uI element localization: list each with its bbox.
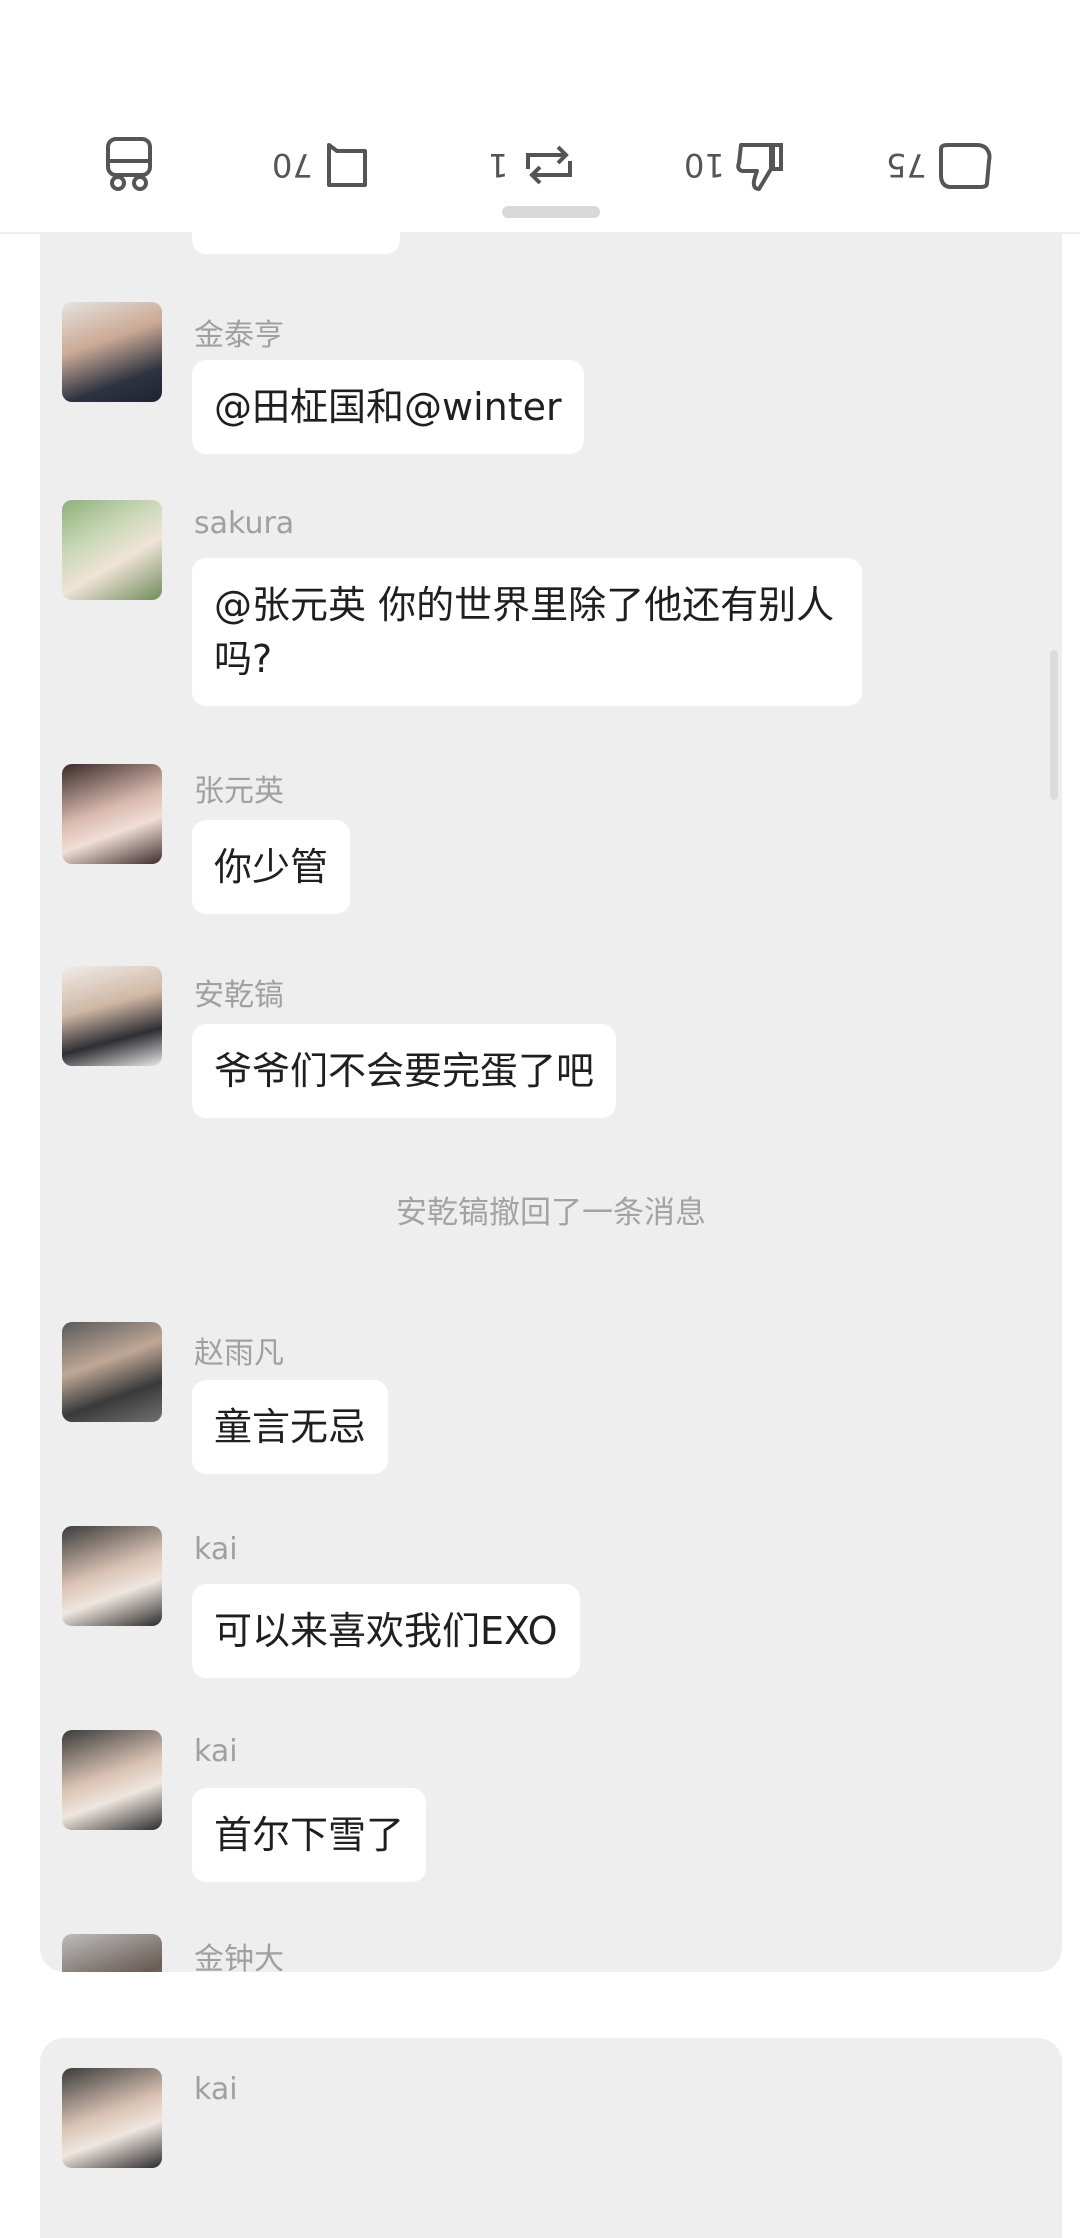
dislike-count: 10 — [684, 146, 725, 184]
like-button[interactable]: 75 — [886, 130, 993, 200]
tram-icon — [106, 137, 152, 191]
message-bubble[interactable]: 爷爷们不会要完蛋了吧 — [192, 1024, 617, 1118]
avatar[interactable] — [62, 1934, 162, 1972]
sender-name: 金泰亨 — [194, 318, 284, 353]
message-bubble[interactable]: 你少管 — [192, 820, 351, 914]
repost-count: 1 — [488, 146, 509, 184]
system-notice: 安乾镐撤回了一条消息 — [396, 1195, 706, 1231]
avatar[interactable] — [62, 1730, 162, 1830]
avatar[interactable] — [62, 966, 162, 1066]
message-bubble[interactable]: @田柾国和@winter — [192, 360, 584, 454]
sender-name: kai — [194, 1532, 238, 1567]
thumbs-up-icon — [938, 143, 992, 189]
sender-name: 安乾镐 — [194, 978, 284, 1013]
sender-name: kai — [194, 1734, 238, 1769]
like-count: 75 — [886, 146, 927, 184]
sender-name: 金钟大 — [194, 1942, 284, 1972]
sender-name: sakura — [194, 506, 295, 541]
sender-name: 赵雨凡 — [194, 1336, 284, 1371]
chat-panel: 金泰亨 @田柾国和@winter sakura @张元英 你的世界里除了他还有别… — [40, 232, 1062, 1972]
message-bubble[interactable]: 首尔下雪了 — [192, 1788, 427, 1882]
comment-count: 70 — [272, 146, 313, 184]
repost-button[interactable]: 1 — [488, 130, 580, 200]
avatar[interactable] — [62, 500, 162, 600]
share-device-button[interactable] — [104, 130, 154, 200]
avatar[interactable] — [62, 1322, 162, 1422]
chat-panel-next: kai — [40, 2038, 1062, 2238]
avatar[interactable] — [62, 2068, 162, 2168]
comment-button[interactable]: 70 — [272, 130, 371, 200]
dislike-button[interactable]: 10 — [684, 130, 787, 200]
repost-icon — [526, 145, 573, 185]
sender-name: 张元英 — [194, 774, 284, 809]
avatar[interactable] — [62, 764, 162, 864]
drag-handle[interactable] — [502, 206, 600, 218]
post-action-bar: 70 1 10 75 — [0, 0, 1080, 234]
partial-bubble — [192, 232, 400, 254]
thumbs-down-icon — [735, 143, 783, 191]
avatar[interactable] — [62, 1526, 162, 1626]
message-bubble[interactable]: 童言无忌 — [192, 1380, 389, 1474]
comment-icon — [326, 143, 367, 187]
sender-name: kai — [194, 2072, 238, 2107]
message-bubble[interactable]: @张元英 你的世界里除了他还有别人吗? — [192, 558, 862, 706]
avatar[interactable] — [62, 302, 162, 402]
message-bubble[interactable]: 可以来喜欢我们EXO — [192, 1584, 580, 1678]
scrollbar[interactable] — [1050, 650, 1058, 800]
